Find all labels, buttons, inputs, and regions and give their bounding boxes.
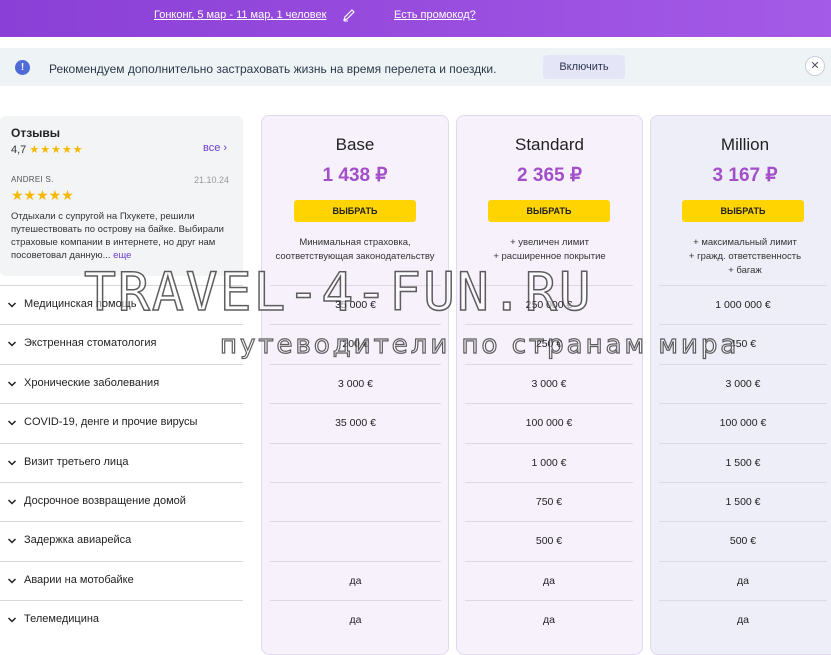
coverage-label-cell[interactable]: Задержка авиарейса bbox=[0, 521, 243, 560]
review-date: 21.10.24 bbox=[194, 175, 230, 185]
chevron-down-icon[interactable] bbox=[7, 615, 17, 625]
reviews-card: Отзывы 4,7 ★★★★★ все › ANDREI S. 21.10.2… bbox=[0, 116, 243, 276]
coverage-label-cell[interactable]: COVID-19, денге и прочие вирусы bbox=[0, 403, 243, 442]
coverage-value bbox=[270, 482, 441, 521]
coverage-label-cell[interactable]: Хронические заболевания bbox=[0, 363, 243, 403]
coverage-row[interactable]: Хронические заболевания 3 000 € 3 000 € 3 0… bbox=[0, 363, 831, 403]
coverage-value: 35 000 € bbox=[270, 403, 441, 442]
enable-button[interactable]: Включить bbox=[543, 55, 625, 79]
coverage-value: 3 000 € bbox=[465, 363, 633, 403]
coverage-row[interactable]: Досрочное возвращение домой 750 € 1 500 € bbox=[0, 482, 831, 521]
all-reviews-link[interactable]: все › bbox=[203, 142, 227, 154]
plan-name: Base bbox=[335, 135, 375, 154]
coverage-value: 35 000 € bbox=[270, 285, 441, 324]
coverage-value: 750 € bbox=[465, 482, 633, 521]
coverage-row[interactable]: Экстренная стоматология 200 € 250 € 450 € bbox=[0, 324, 831, 363]
review-author: ANDREI S. bbox=[11, 175, 54, 184]
choose-plan-button[interactable]: ВЫБРАТЬ bbox=[682, 200, 804, 222]
coverage-value: 3 000 € bbox=[659, 363, 827, 403]
coverage-value: 1 000 000 € bbox=[659, 285, 827, 324]
coverage-value: 200 € bbox=[270, 324, 441, 363]
reviews-title: Отзывы bbox=[11, 126, 61, 140]
plan-name: Million bbox=[720, 135, 770, 154]
coverage-label: Задержка авиарейса bbox=[24, 534, 132, 547]
coverage-label-cell[interactable]: Визит третьего лица bbox=[0, 442, 243, 482]
coverage-value: 1 500 € bbox=[659, 482, 827, 521]
plan-price: 1 438 ₽ bbox=[322, 165, 388, 186]
plan-price: 2 365 ₽ bbox=[517, 165, 582, 186]
chevron-down-icon[interactable] bbox=[7, 536, 17, 546]
coverage-value: 500 € bbox=[465, 521, 633, 560]
coverage-value: 100 000 € bbox=[465, 403, 633, 442]
coverage-row[interactable]: Медицинская помощь 35 000 € 250 000 € 1 000… bbox=[0, 285, 831, 324]
coverage-label-cell[interactable]: Телемедицина bbox=[0, 600, 243, 639]
plan-price: 3 167 ₽ bbox=[712, 165, 778, 186]
choose-plan-button[interactable]: ВЫБРАТЬ bbox=[488, 200, 610, 222]
chevron-down-icon[interactable] bbox=[7, 576, 17, 586]
trip-summary-link[interactable]: Гонконг, 5 мар - 11 мар, 1 человек bbox=[154, 9, 326, 21]
review-text: Отдыхали с супругой на Пхукете, решили п… bbox=[11, 210, 236, 262]
coverage-label: Телемедицина bbox=[24, 613, 100, 626]
coverage-row[interactable]: Телемедицина да да да bbox=[0, 600, 831, 639]
coverage-value: 250 000 € bbox=[465, 285, 633, 324]
coverage-label: Хронические заболевания bbox=[24, 376, 160, 389]
plan-description: + максимальный лимит + гражд. ответствен… bbox=[688, 237, 802, 276]
coverage-label-cell[interactable]: Аварии на мотобайке bbox=[0, 560, 243, 600]
coverage-value: 1 500 € bbox=[659, 442, 827, 482]
coverage-value: да bbox=[270, 600, 441, 639]
coverage-row[interactable]: COVID-19, денге и прочие вирусы 35 000 € 1… bbox=[0, 403, 831, 442]
coverage-label: Медицинская помощь bbox=[24, 298, 137, 310]
coverage-value: 500 € bbox=[659, 521, 827, 560]
coverage-label: Визит третьего лица bbox=[24, 455, 129, 468]
all-reviews-label: все bbox=[203, 142, 221, 154]
coverage-row[interactable]: Визит третьего лица 1 000 € 1 500 € bbox=[0, 442, 831, 482]
coverage-label: Экстренная стоматология bbox=[24, 337, 157, 350]
info-icon: ! bbox=[15, 60, 30, 75]
coverage-value: 450 € bbox=[659, 324, 827, 363]
plan-description: + увеличен лимит + расширенное покрытие bbox=[493, 237, 606, 262]
chevron-down-icon[interactable] bbox=[7, 458, 17, 468]
rating-value: 4,7 bbox=[11, 144, 27, 156]
chevron-down-icon[interactable] bbox=[7, 300, 17, 310]
coverage-value: да bbox=[659, 600, 827, 639]
coverage-value: да bbox=[270, 560, 441, 600]
coverage-label-cell[interactable]: Досрочное возвращение домой bbox=[0, 482, 243, 521]
coverage-value: 100 000 € bbox=[659, 403, 827, 442]
coverage-value: 3 000 € bbox=[270, 363, 441, 403]
choose-plan-button[interactable]: ВЫБРАТЬ bbox=[294, 200, 416, 222]
chevron-down-icon[interactable] bbox=[7, 379, 17, 389]
chevron-down-icon[interactable] bbox=[7, 339, 17, 349]
coverage-value bbox=[270, 521, 441, 560]
coverage-row[interactable]: Задержка авиарейса 500 € 500 € bbox=[0, 521, 831, 560]
coverage-row[interactable]: Аварии на мотобайке да да да bbox=[0, 560, 831, 600]
coverage-value: да bbox=[465, 600, 633, 639]
close-icon[interactable]: ✕ bbox=[805, 56, 825, 76]
review-more-link[interactable]: еще bbox=[113, 250, 131, 261]
promo-code-link[interactable]: Есть промокод? bbox=[394, 9, 476, 21]
coverage-label-cell[interactable]: Экстренная стоматология bbox=[0, 324, 243, 363]
coverage-label: COVID-19, денге и прочие вирусы bbox=[24, 416, 198, 429]
chevron-right-icon: › bbox=[223, 142, 228, 154]
chevron-down-icon[interactable] bbox=[7, 418, 17, 428]
coverage-label-cell[interactable]: Медицинская помощь bbox=[0, 285, 243, 324]
chevron-down-icon[interactable] bbox=[7, 497, 17, 507]
coverage-value: 250 € bbox=[465, 324, 633, 363]
recommendation-banner: ! Рекомендуем дополнительно застраховать… bbox=[0, 48, 831, 86]
top-bar: Гонконг, 5 мар - 11 мар, 1 человек Есть … bbox=[0, 0, 831, 37]
coverage-value: да bbox=[659, 560, 827, 600]
coverage-value: 1 000 € bbox=[465, 442, 633, 482]
coverage-value bbox=[270, 442, 441, 482]
pencil-icon[interactable] bbox=[342, 8, 356, 22]
coverage-label: Досрочное возвращение домой bbox=[24, 495, 186, 507]
coverage-label: Аварии на мотобайке bbox=[24, 573, 134, 586]
plan-description: Минимальная страховка, соответствующая з… bbox=[275, 237, 435, 262]
coverage-value: да bbox=[465, 560, 633, 600]
rating-stars-icon: ★★★★★ bbox=[29, 144, 84, 156]
rating-row: 4,7 ★★★★★ bbox=[11, 143, 84, 156]
plan-name: Standard bbox=[515, 135, 584, 154]
review-stars-icon: ★★★★★ bbox=[11, 187, 74, 203]
banner-text: Рекомендуем дополнительно застраховать ж… bbox=[49, 62, 497, 76]
